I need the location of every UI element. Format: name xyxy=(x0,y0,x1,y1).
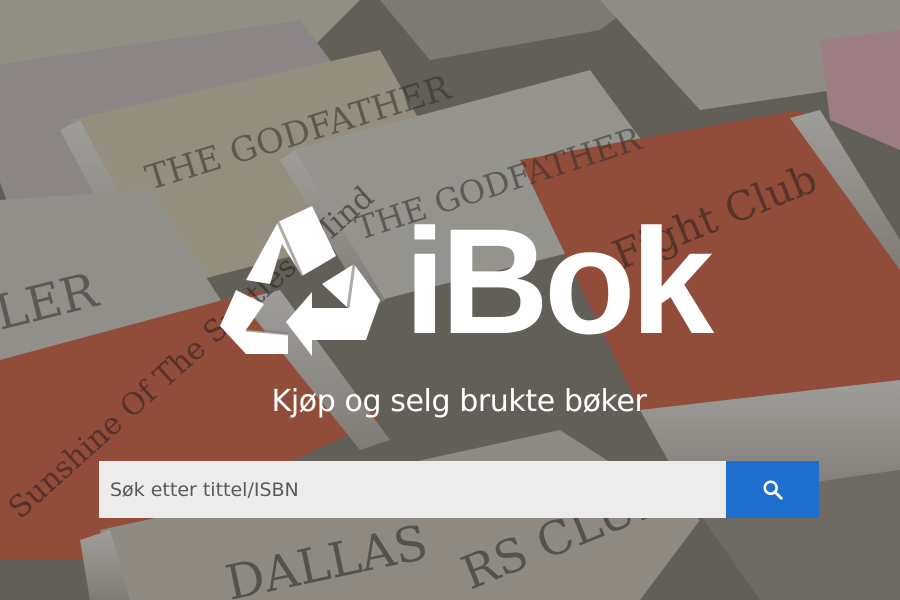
search-button[interactable] xyxy=(726,461,819,518)
brand-logo-text: iBok xyxy=(404,197,714,365)
search-form xyxy=(99,461,819,518)
hero-tagline: Kjøp og selg brukte bøker xyxy=(271,384,647,419)
search-icon xyxy=(762,479,783,500)
recycle-icon xyxy=(220,206,380,356)
search-input[interactable] xyxy=(99,461,726,518)
hero-section: iBok Kjøp og selg brukte bøker xyxy=(0,0,900,600)
